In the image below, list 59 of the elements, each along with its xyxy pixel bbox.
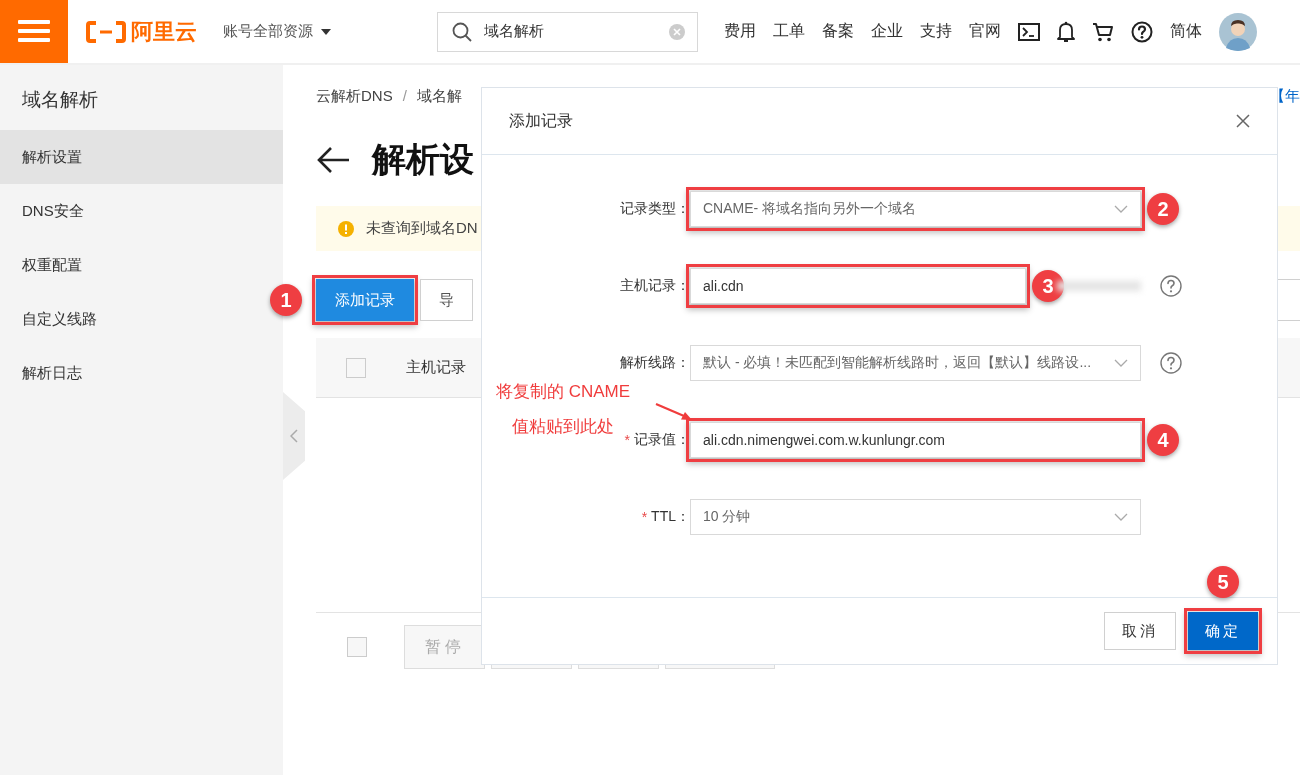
menu-icon [18,19,50,42]
column-header: 主机记录 [406,358,466,377]
breadcrumb-link[interactable]: 云解析DNS [316,87,393,111]
logo-text: 阿里云 [131,17,197,46]
step-number-badge: 4 [1147,424,1179,456]
nav-link[interactable]: 企业 [871,21,903,42]
logo-icon [86,20,126,43]
alert-text: 未查询到域名DN [366,219,478,238]
nav-link[interactable]: 费用 [724,21,756,42]
annotation-arrow [654,402,694,422]
help-icon[interactable] [1131,20,1153,43]
warning-icon [338,220,354,237]
breadcrumb-link[interactable]: 域名解 [416,87,462,111]
chevron-down-icon [1114,359,1128,367]
sidebar-item[interactable]: 解析日志 [0,346,283,400]
avatar-icon[interactable] [1219,12,1257,51]
nav-link[interactable]: 官网 [969,21,1001,42]
back-arrow-icon[interactable] [316,146,350,174]
field-label: 主机记录： [620,277,690,295]
field-label: 记录类型： [620,200,690,218]
close-icon[interactable] [1236,114,1250,128]
nav-link[interactable]: 支持 [920,21,952,42]
page-title: 解析设 [372,139,474,180]
dialog-button[interactable]: 取消 [1104,612,1176,650]
select-field[interactable]: 默认 - 必填！未匹配到智能解析线路时，返回【默认】线路设... [690,345,1141,381]
account-dropdown[interactable]: 账号全部资源 [223,22,331,41]
checkbox[interactable] [347,637,367,657]
caret-icon [321,28,331,35]
sidebar-item[interactable]: 解析设置 [0,130,283,184]
required-mark: * [641,509,648,525]
step-number-badge: 5 [1207,566,1239,598]
chevron-down-icon [1114,205,1128,213]
terminal-icon[interactable] [1018,22,1040,41]
required-mark: * [624,432,630,448]
search-icon [452,21,472,42]
toolbar-button[interactable]: 导 [420,279,473,321]
search-field[interactable]: 域名解析 [437,11,698,52]
step-number-badge: 1 [270,284,302,316]
bell-icon[interactable] [1057,21,1075,42]
select-field[interactable]: 10 分钟 [690,499,1141,535]
field-label: 记录值： [634,431,690,449]
sidebar-item[interactable]: DNS安全 [0,184,283,238]
nav-link[interactable]: 备案 [822,21,854,42]
annotation-line: 值粘贴到此处 [512,416,615,438]
menu-button[interactable] [0,0,68,63]
chevron-left-icon [290,429,298,443]
checkbox[interactable] [346,357,366,378]
chevron-down-icon [1114,513,1128,521]
field-label: 解析线路： [620,354,690,372]
nav-link[interactable]: 工单 [773,21,805,42]
step-number-badge: 3 [1032,270,1064,302]
step-number-badge: 2 [1147,193,1179,225]
nav-link[interactable]: 简体 [1170,21,1202,42]
dialog-title: 添加记录 [509,110,573,131]
annotation-line: 将复制的 CNAME [496,381,631,403]
breadcrumb-separator: / [402,87,407,106]
sidebar-title: 域名解析 [21,88,99,112]
field-label: TTL： [651,508,690,526]
cart-icon[interactable] [1092,21,1114,42]
